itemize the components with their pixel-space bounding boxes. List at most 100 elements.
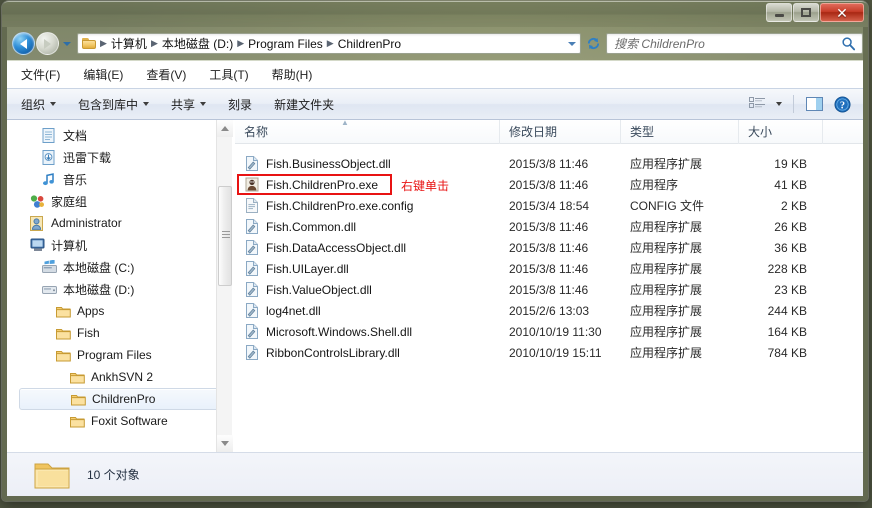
sidebar-item-drive-c[interactable]: 本地磁盘 (C:) [7,256,235,278]
help-button[interactable]: ? [829,92,855,116]
annotation-label: 右键单击 [401,179,450,193]
file-type-cell: 应用程序 [630,178,679,192]
organize-button[interactable]: 组织 [13,92,64,117]
search-input[interactable]: 搜索 ChildrenPro [607,35,841,52]
table-row[interactable]: Fish.UILayer.dll 2015/3/8 11:46 应用程序扩展 2… [235,258,863,279]
sidebar-item-label: 家庭组 [51,194,88,209]
sidebar-item-documents[interactable]: 文档 [7,124,235,146]
file-type-cell: 应用程序扩展 [630,157,703,171]
sidebar-item-thunder-download[interactable]: 迅雷下载 [7,146,235,168]
close-button[interactable]: ✕ [820,3,864,22]
sidebar-item-label: 计算机 [51,238,88,253]
sidebar-item-ankhsvn[interactable]: AnkhSVN 2 [7,366,235,388]
burn-button[interactable]: 刻录 [220,92,260,117]
sidebar-item-apps[interactable]: Apps [7,300,235,322]
recent-pages-button[interactable] [61,34,73,54]
file-name-cell[interactable]: Fish.ChildrenPro.exe.config [235,198,500,214]
file-date-cell: 2015/3/4 18:54 [509,198,590,213]
file-date-cell: 2015/2/6 13:03 [509,303,590,318]
sidebar-item-program-files[interactable]: Program Files [7,344,235,366]
file-name-cell[interactable]: log4net.dll [235,303,500,319]
table-row[interactable]: log4net.dll 2015/2/6 13:03 应用程序扩展 244 KB [235,300,863,321]
sidebar-item-music[interactable]: 音乐 [7,168,235,190]
dll-icon [244,282,260,298]
sidebar-item-label: Administrator [51,216,122,230]
column-header-type[interactable]: 类型 [621,120,739,144]
file-type-cell: 应用程序扩展 [630,283,703,297]
breadcrumb-item-program-files[interactable]: Program Files [245,36,326,52]
column-header-date[interactable]: 修改日期 [500,120,621,144]
forward-button[interactable] [36,32,59,55]
dll-icon [244,219,260,235]
sidebar-item-label: AnkhSVN 2 [91,370,154,384]
sidebar-item-childrenpro[interactable]: ChildrenPro [19,388,229,410]
file-size-cell: 228 KB [767,261,807,276]
share-button[interactable]: 共享 [163,92,214,117]
sidebar-item-homegroup[interactable]: 家庭组 [7,190,235,212]
table-row[interactable]: Fish.Common.dll 2015/3/8 11:46 应用程序扩展 26… [235,216,863,237]
file-name-cell[interactable]: Fish.UILayer.dll [235,261,500,277]
file-name-cell[interactable]: Fish.ChildrenPro.exe [235,177,500,193]
address-dropdown-button[interactable] [564,41,580,46]
table-row[interactable]: Fish.DataAccessObject.dll 2015/3/8 11:46… [235,237,863,258]
view-options-icon [748,97,765,108]
breadcrumb-item-drive-d[interactable]: 本地磁盘 (D:) [159,34,236,53]
scroll-up-button[interactable] [217,120,233,137]
file-list-pane: 名称 修改日期 类型 大小 ▲ Fish.BusinessObject.dll … [235,120,863,452]
command-bar: 组织 包含到库中 共享 刻录 新建文件夹 ? [7,88,863,120]
menu-file[interactable]: 文件(F) [12,63,69,86]
preview-pane-button[interactable] [801,92,827,116]
file-date-cell: 2015/3/8 11:46 [509,156,589,171]
menu-help[interactable]: 帮助(H) [263,63,322,86]
breadcrumb-separator: ▶ [237,38,245,48]
sidebar-item-drive-d[interactable]: 本地磁盘 (D:) [7,278,235,300]
explorer-window: ✕ ▶ 计算机 ▶ 本地磁盘 (D:) ▶ Program Files ▶ Ch… [2,1,868,501]
sidebar-item-label: 迅雷下载 [63,150,112,165]
scrollbar-thumb[interactable] [218,186,232,286]
minimize-button[interactable] [766,3,792,22]
search-box[interactable]: 搜索 ChildrenPro [606,33,863,54]
table-row[interactable]: Fish.ChildrenPro.exe 2015/3/8 11:46 应用程序… [235,174,863,195]
sidebar-item-fish[interactable]: Fish [7,322,235,344]
table-row[interactable]: Microsoft.Windows.Shell.dll 2010/10/19 1… [235,321,863,342]
column-header-name[interactable]: 名称 [235,120,500,144]
sidebar-item-label: ChildrenPro [92,392,156,406]
view-options-dropdown[interactable] [772,92,786,116]
menu-tools[interactable]: 工具(T) [200,63,257,86]
column-headers: 名称 修改日期 类型 大小 ▲ [235,120,863,144]
breadcrumb-item-childrenpro[interactable]: ChildrenPro [335,36,404,52]
back-button[interactable] [12,32,35,55]
status-text: 10 个对象 [87,468,140,482]
sidebar-item-administrator[interactable]: Administrator [7,212,235,234]
new-folder-button[interactable]: 新建文件夹 [266,92,342,117]
sidebar-item-computer[interactable]: 计算机 [7,234,235,256]
column-header-size[interactable]: 大小 [739,120,823,144]
file-name-cell[interactable]: Microsoft.Windows.Shell.dll [235,324,500,340]
refresh-button[interactable] [583,33,603,54]
file-name-cell[interactable]: Fish.DataAccessObject.dll [235,240,500,256]
include-in-library-button[interactable]: 包含到库中 [70,92,157,117]
sidebar-scrollbar[interactable] [216,120,233,452]
file-name-label: Fish.UILayer.dll [266,261,349,276]
menu-edit[interactable]: 编辑(E) [74,63,132,86]
status-bar: 10 个对象 [7,452,863,496]
forward-arrow-icon [44,38,51,49]
breadcrumb-item-computer[interactable]: 计算机 [108,34,150,53]
file-type-cell: CONFIG 文件 [630,199,704,213]
sidebar-item-foxit-software[interactable]: Foxit Software [7,410,235,432]
menu-view[interactable]: 查看(V) [137,63,195,86]
file-name-cell[interactable]: Fish.Common.dll [235,219,500,235]
address-bar[interactable]: ▶ 计算机 ▶ 本地磁盘 (D:) ▶ Program Files ▶ Chil… [77,33,582,54]
file-name-cell[interactable]: RibbonControlsLibrary.dll [235,345,500,361]
maximize-button[interactable] [793,3,819,22]
file-name-cell[interactable]: Fish.BusinessObject.dll [235,156,500,172]
view-options-button[interactable] [744,92,770,116]
table-row[interactable]: Fish.ValueObject.dll 2015/3/8 11:46 应用程序… [235,279,863,300]
table-row[interactable]: Fish.ChildrenPro.exe.config 2015/3/4 18:… [235,195,863,216]
file-name-cell[interactable]: Fish.ValueObject.dll [235,282,500,298]
table-row[interactable]: Fish.BusinessObject.dll 2015/3/8 11:46 应… [235,153,863,174]
scroll-down-button[interactable] [217,435,233,452]
file-name-label: RibbonControlsLibrary.dll [266,345,400,360]
download-icon [41,149,57,165]
table-row[interactable]: RibbonControlsLibrary.dll 2010/10/19 15:… [235,342,863,363]
